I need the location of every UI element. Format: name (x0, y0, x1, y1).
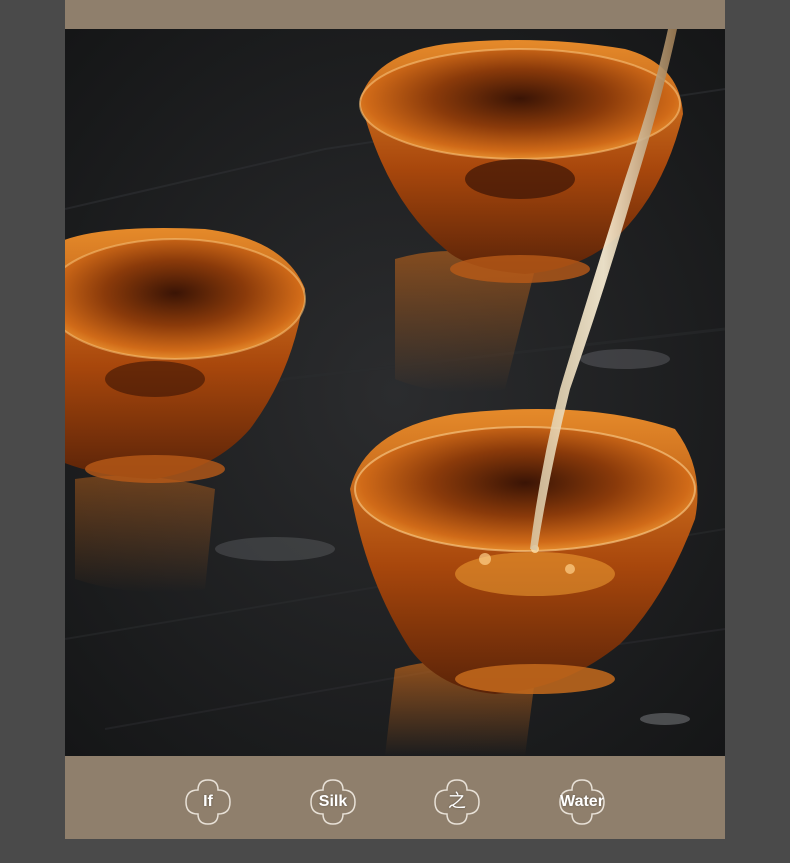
tea-photo (65, 29, 725, 756)
badge-zhi: 之 (431, 776, 483, 828)
badge-label: If (203, 793, 213, 810)
badge-if: If (182, 776, 234, 828)
badge-silk: Silk (307, 776, 359, 828)
badge-label: 之 (448, 791, 466, 812)
footer-band: If Silk 之 Water (65, 756, 725, 839)
badge-label: Silk (318, 793, 348, 810)
badge-label: Water (560, 793, 604, 810)
top-band (65, 0, 725, 29)
badge-water: Water (556, 776, 608, 828)
tea-photo-illustration (65, 29, 725, 756)
